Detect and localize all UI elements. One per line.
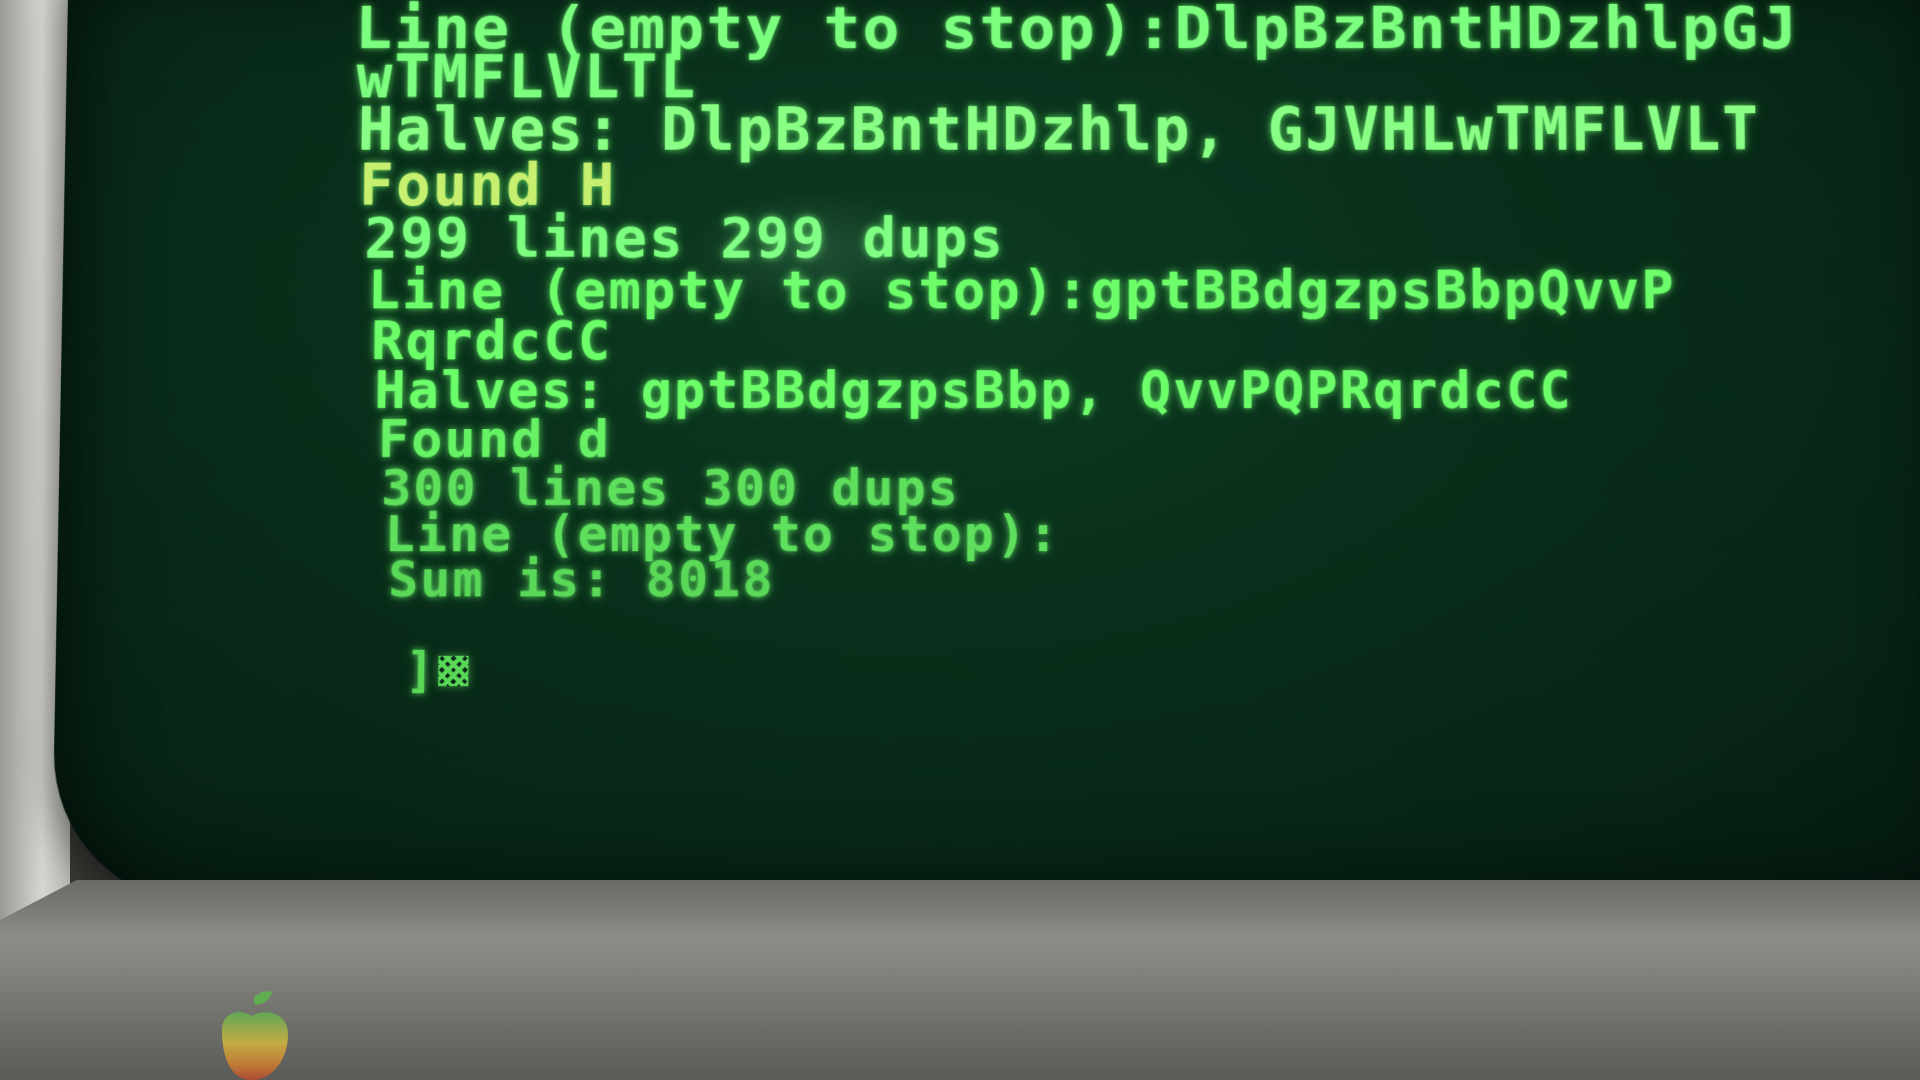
terminal-line: Found d bbox=[377, 410, 612, 471]
crt-screen[interactable]: Line (empty to stop):DlpBzBntHDzhlpGJ wT… bbox=[51, 0, 1920, 905]
terminal-output: Line (empty to stop):DlpBzBntHDzhlpGJ wT… bbox=[286, 0, 1920, 700]
prompt-symbol: ] bbox=[404, 642, 435, 700]
terminal-line: 299 lines 299 dups bbox=[364, 206, 1005, 271]
sum-result-line: Sum is: 8018 bbox=[387, 550, 775, 609]
terminal-line: Line (empty to stop):DlpBzBntHDzhlpGJ bbox=[354, 0, 1800, 63]
block-cursor-icon bbox=[438, 655, 469, 687]
terminal-line: RqrdcCC bbox=[370, 309, 613, 373]
terminal-line: Found H bbox=[358, 151, 617, 219]
terminal-line: Halves: gptBBdgzpsBbp, QvvPQPRqrdcCC bbox=[374, 361, 1573, 422]
terminal-line: Halves: DlpBzBntHDzhlp, GJVHLwTMFLVLT bbox=[357, 95, 1761, 165]
command-prompt[interactable]: ] bbox=[404, 642, 1920, 700]
apple-logo-icon bbox=[222, 991, 288, 1080]
